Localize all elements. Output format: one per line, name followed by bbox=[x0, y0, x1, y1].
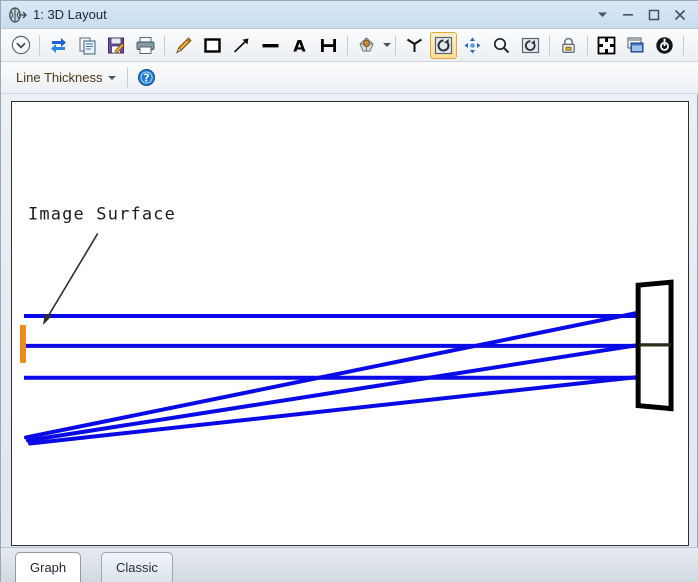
text-a-icon[interactable]: A bbox=[286, 32, 313, 59]
main-toolbar: A bbox=[1, 29, 698, 62]
power-target-icon[interactable] bbox=[651, 32, 678, 59]
reset-view-icon[interactable] bbox=[517, 32, 544, 59]
annotation-leader-line bbox=[43, 233, 98, 325]
3d-layout-icon bbox=[6, 4, 28, 26]
title-bar: 1: 3D Layout bbox=[1, 1, 698, 29]
minimize-button[interactable] bbox=[615, 3, 641, 27]
secondary-toolbar: Line Thickness ? bbox=[1, 62, 698, 94]
measure-h-icon[interactable] bbox=[315, 32, 342, 59]
rotate-tool-button[interactable] bbox=[430, 32, 457, 59]
ray-6-diverging bbox=[30, 376, 649, 444]
close-button[interactable] bbox=[667, 3, 693, 27]
ray-bundle-collimated bbox=[24, 316, 650, 378]
detach-window-icon[interactable] bbox=[622, 32, 649, 59]
view-tab-strip: Graph Classic bbox=[1, 547, 698, 582]
rectangle-icon[interactable] bbox=[199, 32, 226, 59]
tab-classic[interactable]: Classic bbox=[101, 552, 173, 582]
toolbar-separator bbox=[347, 35, 348, 56]
toolbar-separator bbox=[395, 35, 396, 56]
print-button[interactable] bbox=[132, 32, 159, 59]
detector-block bbox=[638, 282, 671, 408]
ray-5-diverging bbox=[28, 344, 645, 441]
svg-text:?: ? bbox=[144, 73, 150, 85]
title-bar-spacer bbox=[107, 1, 589, 28]
fit-window-icon[interactable] bbox=[593, 32, 620, 59]
axes-tripod-icon[interactable] bbox=[401, 32, 428, 59]
arrow-icon[interactable] bbox=[228, 32, 255, 59]
shaded-model-icon[interactable] bbox=[353, 32, 380, 59]
refresh-button[interactable] bbox=[45, 32, 72, 59]
tab-graph[interactable]: Graph bbox=[15, 552, 81, 582]
toolbar-separator bbox=[164, 35, 165, 56]
copy-button[interactable] bbox=[74, 32, 101, 59]
magnifier-icon[interactable] bbox=[488, 32, 515, 59]
line-thickness-label: Line Thickness bbox=[16, 70, 102, 85]
lock-icon[interactable] bbox=[555, 32, 582, 59]
window-controls bbox=[589, 3, 693, 27]
layout-window: 1: 3D Layout bbox=[0, 0, 698, 582]
pencil-icon[interactable] bbox=[170, 32, 197, 59]
toolbar-separator bbox=[683, 35, 684, 56]
layout-plot: Image Surface bbox=[12, 102, 688, 545]
ray-4-diverging bbox=[26, 312, 641, 437]
toolbar-separator bbox=[587, 35, 588, 56]
save-button[interactable] bbox=[103, 32, 130, 59]
object-surface-marker bbox=[20, 325, 26, 363]
svg-text:A: A bbox=[293, 36, 306, 55]
line-icon[interactable] bbox=[257, 32, 284, 59]
toolbar-separator bbox=[127, 67, 128, 88]
help-question-icon[interactable]: ? bbox=[133, 64, 160, 91]
window-title: 1: 3D Layout bbox=[33, 7, 107, 22]
window-menu-button[interactable] bbox=[589, 3, 615, 27]
expand-toolbar-button[interactable] bbox=[7, 32, 34, 59]
toolbar-separator bbox=[549, 35, 550, 56]
tab-classic-label: Classic bbox=[116, 560, 158, 575]
maximize-button[interactable] bbox=[641, 3, 667, 27]
graph-canvas[interactable]: Image Surface bbox=[11, 101, 689, 546]
chevron-down-icon bbox=[108, 76, 116, 80]
image-surface-label: Image Surface bbox=[28, 203, 176, 223]
line-thickness-dropdown[interactable]: Line Thickness bbox=[9, 65, 123, 91]
tab-graph-label: Graph bbox=[30, 560, 66, 575]
chevron-down-icon[interactable] bbox=[383, 43, 391, 47]
toolbar-separator bbox=[39, 35, 40, 56]
pan-arrows-icon[interactable] bbox=[459, 32, 486, 59]
